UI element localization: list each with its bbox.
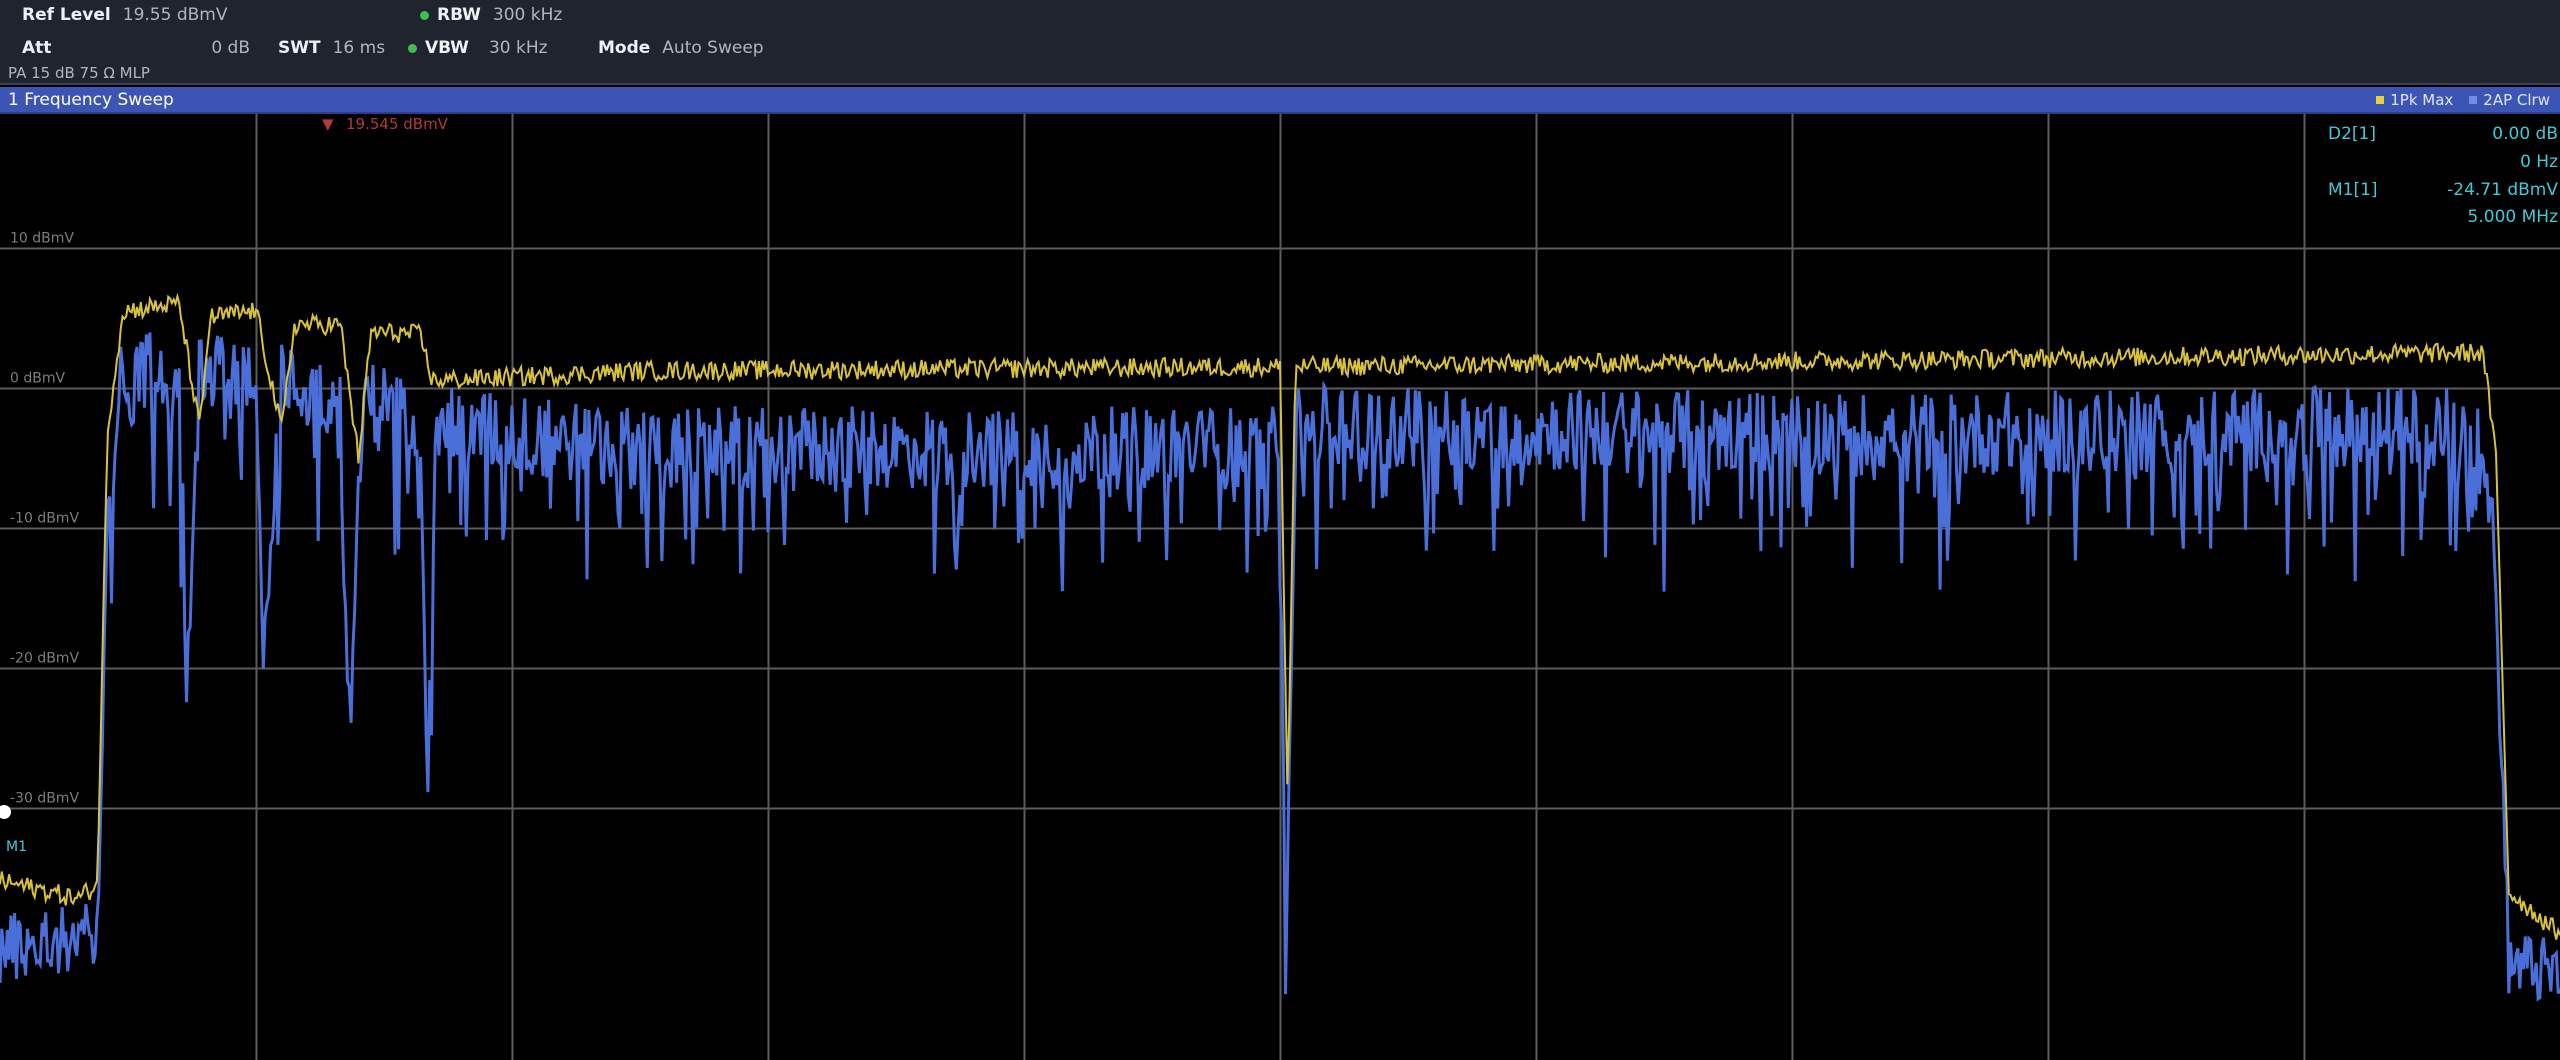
d2-marker-label: D2[1] (2328, 124, 2376, 144)
y-tick-label: 0 dBmV (10, 371, 65, 387)
m1-marker-label: M1[1] (2328, 180, 2378, 200)
trace-legend: 1Pk Max 2AP Clrw (2376, 91, 2560, 109)
instrument-settings-header: Ref Level 19.55 dBmV RBW 300 kHz Att 0 d… (0, 0, 2560, 85)
m1-marker-freq: 5.000 MHz (2468, 207, 2559, 227)
swt-value: 16 ms (332, 38, 386, 58)
ref-level-setting[interactable]: Ref Level 19.55 dBmV (22, 5, 227, 25)
y-tick-label: -30 dBmV (10, 791, 79, 807)
mode-label: Mode (598, 38, 651, 58)
rbw-setting[interactable]: RBW 300 kHz (420, 5, 562, 25)
window-title: 1 Frequency Sweep (8, 89, 174, 110)
ref-level-label: Ref Level (22, 5, 111, 25)
swt-setting[interactable]: SWT 16 ms (278, 38, 385, 58)
preamp-info: PA 15 dB 75 Ω MLP (8, 64, 150, 82)
frequency-sweep-window-titlebar[interactable]: 1 Frequency Sweep 1Pk Max 2AP Clrw (0, 87, 2560, 114)
trace1-color-swatch-icon (2376, 95, 2385, 104)
ref-marker-text: 19.545 dBmV (346, 115, 449, 133)
m1-marker-level: -24.71 dBmV (2447, 180, 2558, 200)
trace1-legend-item[interactable]: 1Pk Max (2376, 91, 2453, 109)
ref-level-value: 19.55 dBmV (122, 5, 228, 25)
trace2-legend-item[interactable]: 2AP Clrw (2469, 91, 2550, 109)
att-value: 0 dB (211, 38, 250, 58)
vbw-setting[interactable]: VBW 30 kHz (408, 38, 548, 58)
swt-label: SWT (278, 38, 321, 58)
att-label: Att (22, 38, 52, 58)
trace2-legend-label: 2AP Clrw (2483, 90, 2550, 109)
y-tick-label: 10 dBmV (10, 231, 74, 247)
trace1-legend-label: 1Pk Max (2390, 90, 2454, 109)
vbw-value: 30 kHz (488, 38, 548, 58)
y-tick-label: -20 dBmV (10, 651, 79, 667)
att-setting[interactable]: Att 0 dB (22, 38, 250, 58)
d2-marker-level: 0.00 dB (2492, 124, 2558, 144)
rbw-status-dot-icon (420, 10, 429, 20)
d2-marker-freq: 0 Hz (2520, 152, 2558, 172)
trace2-color-swatch-icon (2469, 95, 2478, 104)
rbw-label: RBW (437, 5, 481, 25)
mode-value: Auto Sweep (662, 38, 764, 58)
ref-marker-arrow-icon: ▼ (322, 115, 334, 133)
y-tick-label: -10 dBmV (10, 511, 79, 527)
mode-setting[interactable]: Mode Auto Sweep (598, 38, 764, 58)
rbw-value: 300 kHz (492, 5, 563, 25)
m1-marker-tag[interactable]: M1 (6, 839, 27, 855)
vbw-label: VBW (425, 38, 469, 58)
spectrum-plot[interactable]: 10 dBmV0 dBmV-10 dBmV-20 dBmV-30 dBmV ▼ … (0, 114, 2560, 1060)
vbw-status-dot-icon (408, 43, 417, 53)
